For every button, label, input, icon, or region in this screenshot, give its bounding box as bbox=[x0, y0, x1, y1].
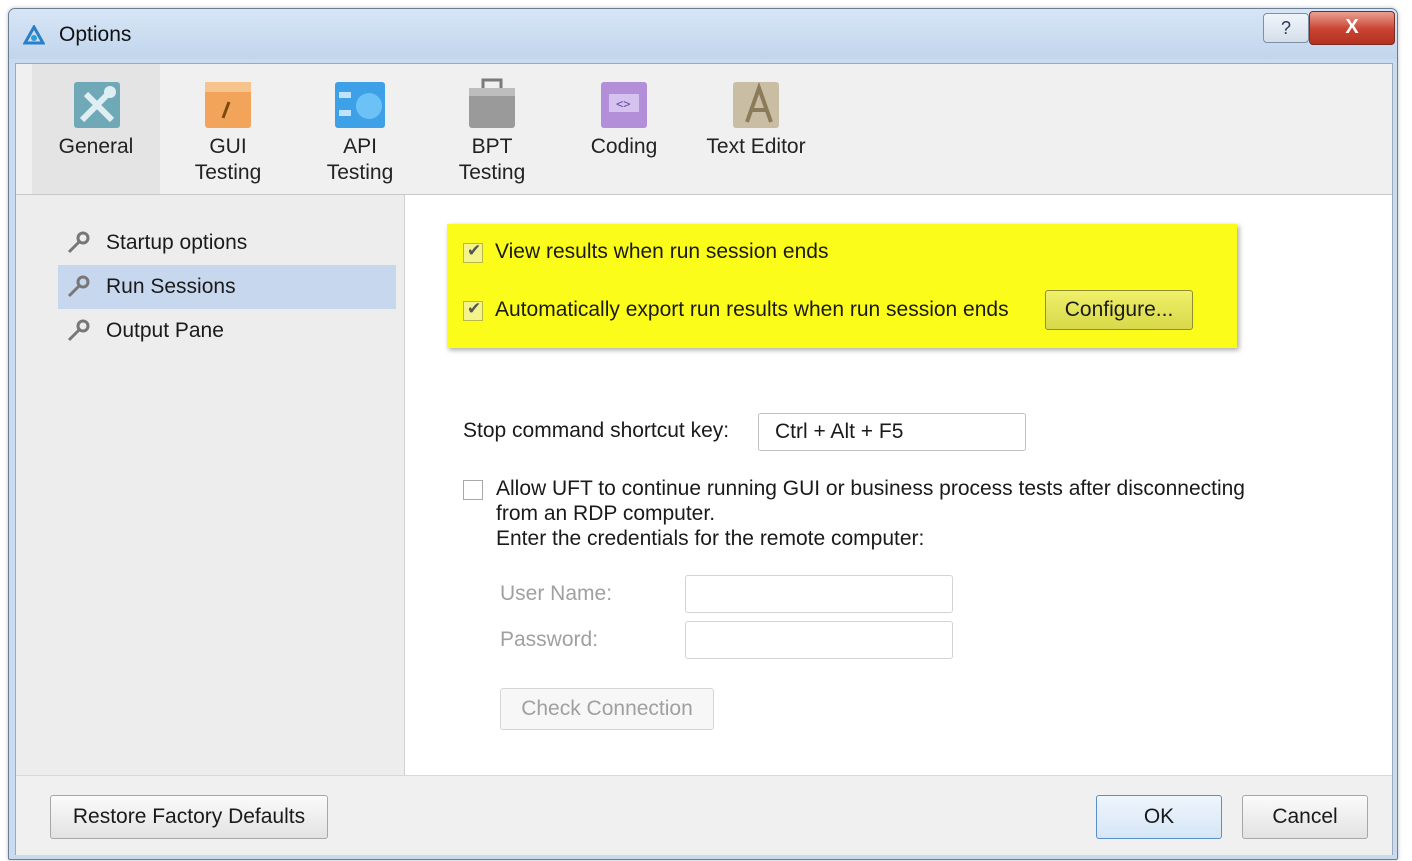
ok-button[interactable]: OK bbox=[1096, 795, 1222, 839]
svg-text:<>: <> bbox=[616, 97, 630, 111]
wrench-icon bbox=[67, 319, 90, 342]
user-name-field[interactable] bbox=[685, 575, 953, 613]
tab-bpt-label: BPT Testing bbox=[428, 134, 556, 186]
rdp-credentials-hint: Enter the credentials for the remote com… bbox=[496, 527, 925, 550]
highlight-box: ✔ View results when run session ends ✔ A… bbox=[447, 224, 1237, 348]
tab-coding-label: Coding bbox=[560, 134, 688, 160]
cancel-button[interactable]: Cancel bbox=[1242, 795, 1368, 839]
tab-label-line2: Testing bbox=[326, 161, 394, 184]
tab-label-line1: Text Editor bbox=[706, 135, 806, 158]
dialog-client: General GUI Testing API Testing BPT Test… bbox=[15, 63, 1393, 855]
user-name-label: User Name: bbox=[500, 582, 613, 605]
view-results-label: View results when run session ends bbox=[495, 240, 829, 263]
help-button[interactable]: ? bbox=[1263, 13, 1309, 43]
dialog-footer: Restore Factory Defaults OK Cancel bbox=[16, 775, 1392, 855]
gui-testing-icon bbox=[205, 82, 251, 128]
stop-shortcut-label: Stop command shortcut key: bbox=[463, 419, 730, 442]
tab-bpt-testing[interactable]: BPT Testing bbox=[428, 64, 556, 194]
tab-label-line1: General bbox=[58, 135, 134, 158]
tab-label-line2: Testing bbox=[194, 161, 262, 184]
stop-shortcut-field[interactable]: Ctrl + Alt + F5 bbox=[758, 413, 1026, 451]
uft-app-icon bbox=[23, 25, 45, 45]
options-category-toolbar: General GUI Testing API Testing BPT Test… bbox=[16, 64, 1392, 195]
sidebar-item-label: Run Sessions bbox=[106, 275, 236, 298]
restore-factory-defaults-button[interactable]: Restore Factory Defaults bbox=[50, 795, 328, 839]
sidebar-item-label: Output Pane bbox=[106, 319, 224, 342]
tab-api-label: API Testing bbox=[296, 134, 424, 186]
tab-label-line1: API bbox=[343, 135, 377, 158]
title-bar[interactable]: Options ? X bbox=[9, 9, 1397, 59]
tab-general[interactable]: General bbox=[32, 64, 160, 194]
tab-text-editor-label: Text Editor bbox=[692, 134, 820, 160]
rdp-description-line2: from an RDP computer. bbox=[496, 502, 716, 525]
allow-rdp-checkbox[interactable] bbox=[463, 480, 483, 500]
sidebar-item-startup-options[interactable]: Startup options bbox=[58, 221, 396, 265]
tab-label-line1: GUI bbox=[209, 135, 247, 158]
sidebar-item-run-sessions[interactable]: Run Sessions bbox=[58, 265, 396, 309]
configure-button[interactable]: Configure... bbox=[1045, 290, 1193, 330]
checkmark-icon: ✔ bbox=[467, 299, 482, 318]
options-sidebar: Startup options Run Sessions Output Pane bbox=[16, 195, 405, 775]
sidebar-item-label: Startup options bbox=[106, 231, 248, 254]
wrench-icon bbox=[67, 275, 90, 298]
briefcase-icon bbox=[469, 78, 515, 128]
close-button[interactable]: X bbox=[1309, 11, 1395, 45]
rdp-description-line1: Allow UFT to continue running GUI or bus… bbox=[496, 477, 1245, 500]
checkmark-icon: ✔ bbox=[467, 241, 482, 260]
check-connection-button[interactable]: Check Connection bbox=[500, 688, 714, 730]
view-results-checkbox[interactable]: ✔ bbox=[463, 241, 483, 263]
wrench-icon bbox=[67, 231, 90, 254]
auto-export-checkbox[interactable]: ✔ bbox=[463, 299, 483, 321]
tab-text-editor[interactable]: Text Editor bbox=[692, 64, 820, 194]
tab-general-label: General bbox=[32, 134, 160, 160]
auto-export-label: Automatically export run results when ru… bbox=[495, 298, 1009, 321]
tab-coding[interactable]: <> Coding bbox=[560, 64, 688, 194]
tools-icon bbox=[74, 82, 120, 128]
sidebar-item-output-pane[interactable]: Output Pane bbox=[58, 309, 396, 353]
text-editor-icon bbox=[733, 81, 779, 128]
window-title: Options bbox=[59, 23, 132, 46]
options-dialog: Options ? X General GUI Testing API Test… bbox=[8, 8, 1398, 860]
tab-api-testing[interactable]: API Testing bbox=[296, 64, 424, 194]
tab-gui-testing[interactable]: GUI Testing bbox=[164, 64, 292, 194]
tab-label-line2: Testing bbox=[458, 161, 526, 184]
password-label: Password: bbox=[500, 628, 599, 651]
code-icon: <> bbox=[601, 82, 647, 128]
api-testing-icon bbox=[335, 82, 385, 128]
tab-label-line1: Coding bbox=[590, 135, 658, 158]
tab-label-line1: BPT bbox=[471, 135, 513, 158]
password-field[interactable] bbox=[685, 621, 953, 659]
run-sessions-panel: ✔ View results when run session ends ✔ A… bbox=[405, 195, 1392, 775]
tab-gui-label: GUI Testing bbox=[164, 134, 292, 186]
